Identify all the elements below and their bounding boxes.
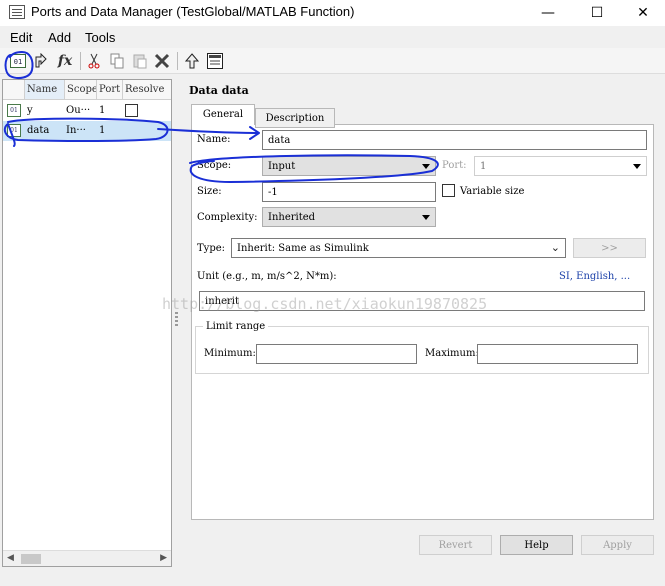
move-up-icon[interactable]: [182, 51, 202, 71]
toolbar-separator: [177, 52, 178, 70]
type-select[interactable]: Inherit: Same as Simulink ⌄: [231, 238, 566, 258]
unit-field[interactable]: inherit: [199, 291, 645, 311]
name-field[interactable]: data: [262, 130, 647, 150]
details-title: Data data: [189, 84, 249, 97]
data-icon: 01: [7, 124, 21, 137]
paste-icon[interactable]: [130, 51, 150, 71]
add-data-icon[interactable]: 01: [8, 51, 28, 71]
ports-table: Name Scope Port Resolve 01 y Ou··· 1 01 …: [2, 79, 172, 567]
variable-size-checkbox[interactable]: [442, 184, 455, 197]
maximum-label: Maximum:: [425, 348, 479, 359]
complexity-value: Inherited: [268, 212, 316, 223]
table-row[interactable]: 01 data In··· 1: [3, 121, 171, 141]
chevron-down-icon: [633, 164, 641, 169]
add-function-icon[interactable]: fx: [55, 51, 75, 71]
menu-add[interactable]: Add: [48, 30, 71, 45]
scroll-right-icon[interactable]: ▶: [160, 553, 167, 563]
help-button[interactable]: Help: [500, 535, 573, 555]
model-explorer-icon[interactable]: [205, 51, 225, 71]
table-row[interactable]: 01 y Ou··· 1: [3, 101, 171, 121]
complexity-select[interactable]: Inherited: [262, 207, 436, 227]
size-label: Size:: [197, 186, 222, 197]
row-scope: In···: [66, 125, 86, 136]
minimum-field[interactable]: [256, 344, 417, 364]
port-select[interactable]: 1: [474, 156, 647, 176]
complexity-label: Complexity:: [197, 212, 258, 223]
row-port: 1: [99, 125, 106, 136]
copy-icon[interactable]: [107, 51, 127, 71]
data-icon: 01: [7, 104, 21, 117]
name-label: Name:: [197, 134, 231, 145]
type-value: Inherit: Same as Simulink: [237, 243, 369, 254]
row-name: data: [27, 125, 50, 136]
column-header-icon: [3, 80, 25, 100]
menu-tools[interactable]: Tools: [85, 30, 115, 45]
close-button[interactable]: ✕: [620, 0, 665, 26]
tab-description[interactable]: Description: [255, 108, 335, 128]
add-input-icon[interactable]: [31, 51, 51, 71]
scroll-thumb[interactable]: [21, 554, 41, 564]
resolve-checkbox[interactable]: [125, 104, 138, 117]
scope-select[interactable]: Input: [262, 156, 436, 176]
scope-label: Scope:: [197, 160, 232, 171]
revert-button[interactable]: Revert: [419, 535, 492, 555]
column-header-scope[interactable]: Scope: [65, 80, 97, 100]
row-name: y: [27, 105, 33, 116]
data-type-assistant-button[interactable]: >>: [573, 238, 646, 258]
app-icon: [9, 5, 25, 19]
row-scope: Ou···: [66, 105, 91, 116]
toolbar-separator: [80, 52, 81, 70]
scroll-left-icon[interactable]: ◀: [7, 553, 14, 563]
minimize-button[interactable]: —: [525, 0, 571, 26]
chevron-down-icon: ⌄: [550, 241, 560, 254]
maximize-button[interactable]: ☐: [574, 0, 620, 26]
cut-icon[interactable]: [84, 51, 104, 71]
unit-label: Unit (e.g., m, m/s^2, N*m):: [197, 271, 337, 282]
splitter-handle[interactable]: [175, 312, 178, 328]
toolbar: 01 fx: [0, 48, 665, 74]
title-bar: Ports and Data Manager (TestGlobal/MATLA…: [0, 0, 665, 26]
minimum-label: Minimum:: [204, 348, 256, 359]
column-header-port[interactable]: Port: [97, 80, 123, 100]
menu-edit[interactable]: Edit: [10, 30, 32, 45]
horizontal-scrollbar[interactable]: ◀ ▶: [3, 550, 171, 566]
scope-value: Input: [268, 161, 296, 172]
tab-general[interactable]: General: [191, 104, 255, 125]
variable-size-label: Variable size: [460, 186, 525, 197]
column-header-name[interactable]: Name: [25, 80, 65, 100]
maximum-field[interactable]: [477, 344, 638, 364]
limit-range-label: Limit range: [203, 321, 269, 332]
size-field[interactable]: -1: [262, 182, 436, 202]
port-value: 1: [480, 161, 487, 172]
column-header-resolve[interactable]: Resolve: [123, 80, 171, 100]
window-title: Ports and Data Manager (TestGlobal/MATLA…: [31, 4, 355, 19]
apply-button[interactable]: Apply: [581, 535, 654, 555]
row-port: 1: [99, 105, 106, 116]
type-label: Type:: [197, 243, 226, 254]
delete-icon[interactable]: [152, 51, 172, 71]
svg-text:01: 01: [14, 58, 22, 66]
port-label: Port:: [442, 160, 467, 171]
chevron-down-icon: [422, 215, 430, 220]
chevron-down-icon: [422, 164, 430, 169]
unit-system-links[interactable]: SI, English, ...: [559, 271, 630, 282]
